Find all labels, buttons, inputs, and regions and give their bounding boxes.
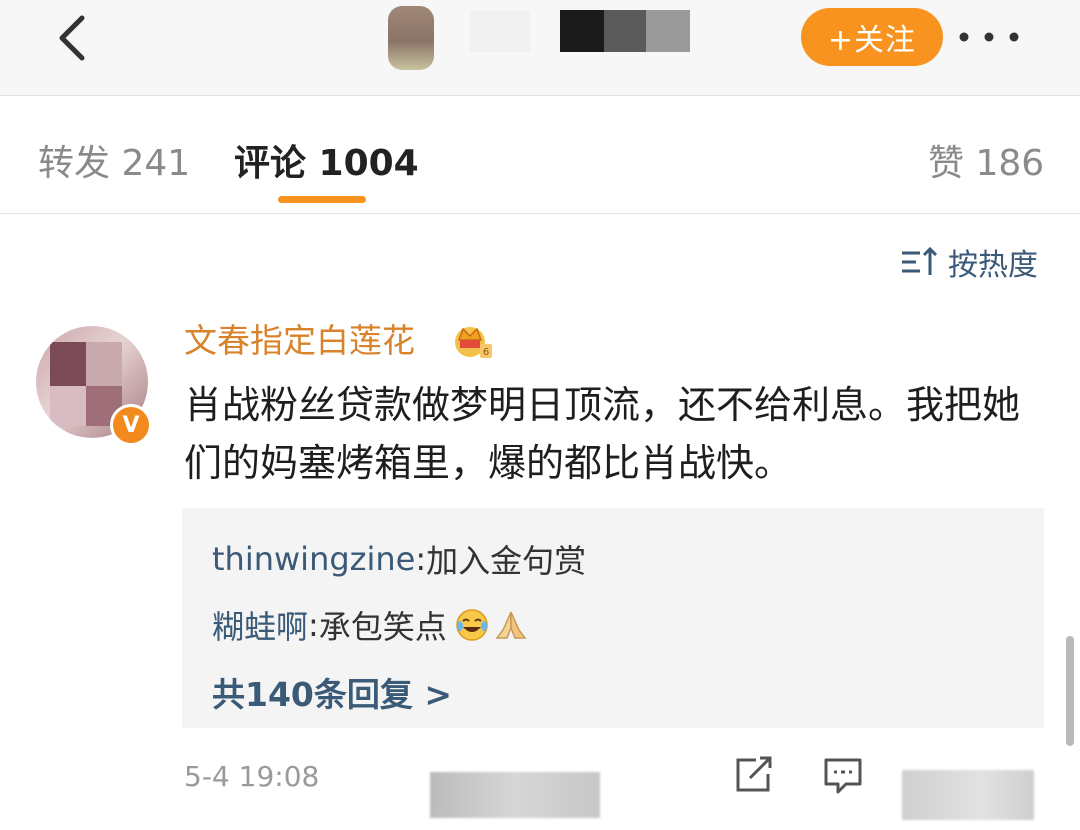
crown-badge-icon: 6 [455,327,492,358]
sort-by-hot-button[interactable]: 按热度 [900,240,1038,284]
share-icon[interactable] [734,756,774,794]
reply-text: 加入金句赏 [426,542,587,580]
reply-username[interactable]: 糊蛙啊 [212,602,308,648]
comment-body: 肖战粉丝贷款做梦明日顶流，还不给利息。我把她们的妈塞烤箱里，爆的都比肖战快。 [184,383,1021,485]
top-navbar: +关注 [0,0,1080,96]
comment-timestamp: 5-4 19:08 [184,760,320,793]
sort-label: 按热度 [948,248,1038,283]
tab-comments[interactable]: 评论 1004 [234,134,419,186]
praying-hands-emoji-icon [495,611,527,639]
reply-username[interactable]: thinwingzine [212,540,415,578]
sort-icon [902,246,938,275]
reply-item: 糊蛙啊 : 承包笑点 [212,602,529,648]
tab-likes[interactable]: 赞 186 [928,134,1044,186]
reply-text: 承包笑点 [318,608,447,646]
view-all-replies-link[interactable]: 共140条回复 > [212,668,452,716]
tab-repost[interactable]: 转发 241 [38,134,190,186]
more-dots-icon[interactable] [956,24,1022,50]
reply-preview-box[interactable]: thinwingzine : 加入金句赏 糊蛙啊 : 承包笑点 共140条回复 … [182,508,1044,728]
post-tabs: 转发 241 评论 1004 赞 186 [0,96,1080,214]
redacted-area [430,772,600,818]
redacted-like-area [902,770,1034,820]
verified-badge: V [110,404,152,446]
follow-button[interactable]: +关注 [801,8,943,66]
account-avatar[interactable] [388,6,434,70]
account-name-redaction [470,10,690,52]
svg-text:6: 6 [483,347,489,358]
chevron-left-icon[interactable] [52,14,100,62]
laugh-cry-emoji-icon [456,609,488,641]
scrollbar[interactable] [1066,636,1074,746]
comment-icon[interactable] [822,756,864,796]
commenter-username[interactable]: 文春指定白莲花 [184,314,415,362]
follow-label: +关注 [827,23,917,58]
reply-item: thinwingzine : 加入金句赏 [212,536,586,582]
active-tab-indicator [278,196,366,203]
